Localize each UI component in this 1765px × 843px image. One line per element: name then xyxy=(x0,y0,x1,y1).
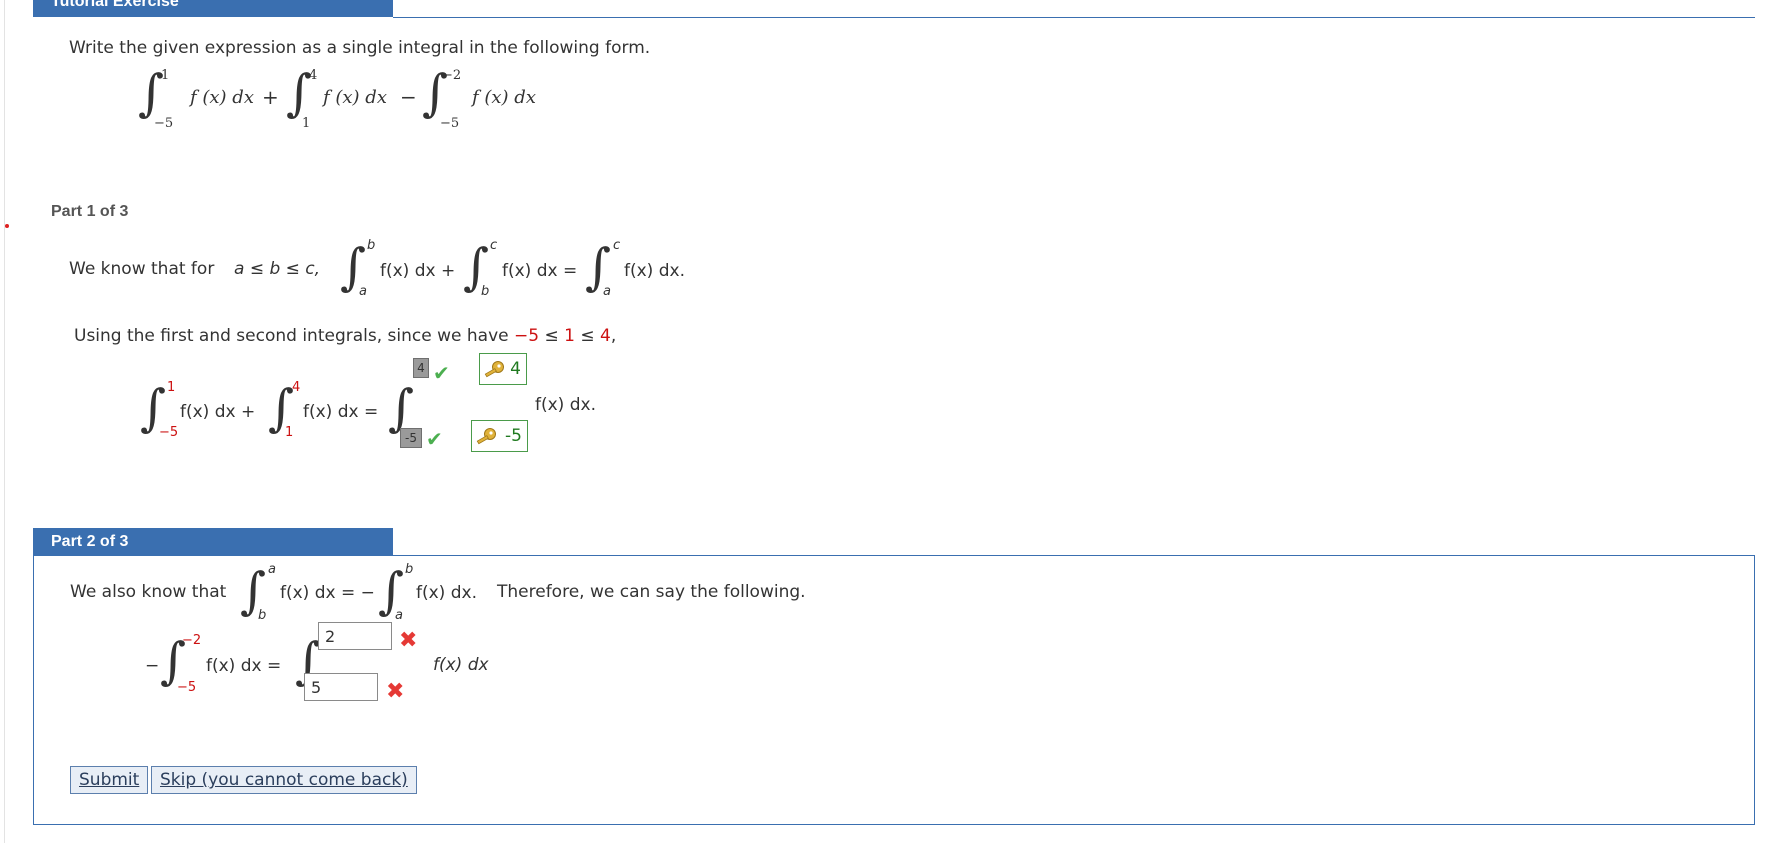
part2-label: Part 2 of 3 xyxy=(51,533,129,550)
check-icon: ✔ xyxy=(426,427,443,451)
lower-limit: a xyxy=(603,284,611,299)
upper-limit: b xyxy=(405,562,414,577)
ineq-a: −5 xyxy=(514,326,540,346)
part2-therefore-text: Therefore, we can say the following. xyxy=(497,582,806,602)
plus-operator: + xyxy=(262,85,279,109)
incorrect-icon: ✖ xyxy=(399,628,418,653)
ineq-end: , xyxy=(610,326,617,346)
lower-limit-input[interactable] xyxy=(304,673,378,701)
red-marker-dot xyxy=(5,224,9,228)
upper-limit: b xyxy=(367,238,376,253)
integral-sign: ∫ xyxy=(388,379,415,437)
left-margin-rule xyxy=(4,0,5,843)
upper-limit: 4 xyxy=(309,68,318,83)
upper-limit: 1 xyxy=(161,68,170,83)
instruction-text: Write the given expression as a single i… xyxy=(69,38,651,58)
part1-rule-expression: ∫ b a f(x) dx + ∫ c b f(x) dx = ∫ c a f(… xyxy=(340,236,710,304)
key-icon xyxy=(484,361,504,378)
part1-using-line: Using the first and second integrals, si… xyxy=(74,326,616,346)
skip-button[interactable]: Skip (you cannot come back) xyxy=(151,766,417,794)
integrand: f (x) dx xyxy=(190,87,254,108)
key-value: 4 xyxy=(510,359,521,379)
incorrect-icon: ✖ xyxy=(386,679,405,704)
upper-limit-answer: 4 xyxy=(413,358,429,378)
part1-we-know: We know that for xyxy=(69,259,215,279)
ineq-le: ≤ xyxy=(539,326,565,346)
part1-label: Part 1 of 3 xyxy=(51,203,129,220)
part2-also-text: We also know that xyxy=(70,582,227,602)
tab-title: Tutorial Exercise xyxy=(51,0,179,10)
check-icon: ✔ xyxy=(433,361,450,385)
ineq-c: 4 xyxy=(600,326,611,346)
lower-limit: a xyxy=(395,608,403,623)
key-value: -5 xyxy=(505,426,522,446)
integrand: f(x) dx = xyxy=(502,261,578,281)
tutorial-exercise-tab: Tutorial Exercise xyxy=(33,0,393,17)
lower-limit: b xyxy=(258,608,267,623)
minus-operator: − xyxy=(400,85,417,109)
integrand: f (x) dx xyxy=(323,87,387,108)
upper-limit: c xyxy=(613,238,621,253)
lower-limit: 1 xyxy=(285,425,294,440)
integrand: f(x) dx = − xyxy=(280,583,375,603)
lower-limit: −5 xyxy=(159,425,179,440)
lower-limit: a xyxy=(359,284,367,299)
given-expression: ∫ 1 −5 f (x) dx + ∫ 4 1 f (x) dx − ∫ −2 … xyxy=(130,60,570,135)
integrand: f(x) dx = xyxy=(206,656,282,676)
upper-limit: 4 xyxy=(292,380,301,395)
upper-limit: −2 xyxy=(182,633,202,648)
upper-limit: c xyxy=(490,238,498,253)
lower-limit: −5 xyxy=(440,116,460,131)
ineq-b: 1 xyxy=(564,326,575,346)
header-rule xyxy=(393,17,1755,18)
integrand: f(x) dx + xyxy=(180,402,256,422)
key-icon xyxy=(476,428,496,445)
integrand: f(x) dx + xyxy=(380,261,456,281)
ineq-le: ≤ xyxy=(574,326,601,346)
upper-limit: −2 xyxy=(442,68,462,83)
upper-limit: 1 xyxy=(167,380,176,395)
upper-limit: a xyxy=(268,562,276,577)
part2-tab: Part 2 of 3 xyxy=(33,528,393,555)
part2-result-integrand: f(x) dx xyxy=(433,655,489,675)
lower-limit: −5 xyxy=(154,116,174,131)
submit-button[interactable]: Submit xyxy=(70,766,149,794)
part1-result-integrand: f(x) dx. xyxy=(535,395,596,415)
minus-sign: − xyxy=(145,656,160,676)
integrand: f(x) dx. xyxy=(416,583,477,603)
using-text: Using the first and second integrals, si… xyxy=(74,326,509,346)
integrand: f(x) dx = xyxy=(303,402,379,422)
integrand: f (x) dx xyxy=(472,87,536,108)
lower-limit-answer: -5 xyxy=(400,428,422,448)
lower-limit: b xyxy=(481,284,490,299)
answer-key-lower[interactable]: -5 xyxy=(471,420,528,452)
part1-condition: a ≤ b ≤ c, xyxy=(234,259,321,279)
upper-limit-input[interactable] xyxy=(318,622,392,650)
integrand: f(x) dx. xyxy=(624,261,685,281)
lower-limit: −5 xyxy=(177,680,197,695)
lower-limit: 1 xyxy=(302,116,311,131)
answer-key-upper[interactable]: 4 xyxy=(479,353,527,385)
part2-rule-expression: ∫ a b f(x) dx = − ∫ b a f(x) dx. xyxy=(240,558,477,626)
